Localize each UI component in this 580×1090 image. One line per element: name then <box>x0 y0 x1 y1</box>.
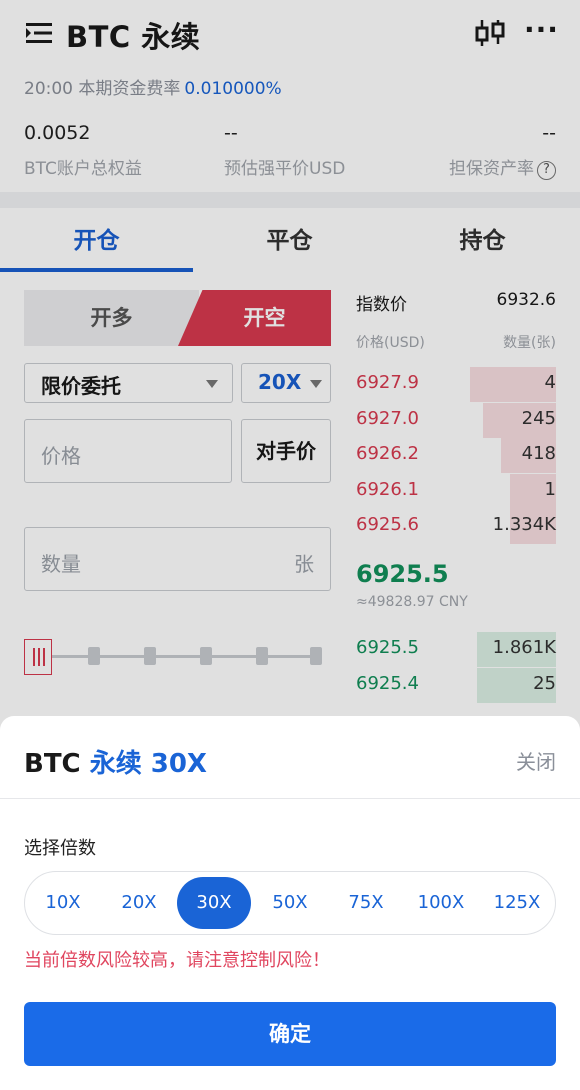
trade-page: BTC 永续 ··· 20:00 本期资金费率 0.010000% 0.0052 … <box>0 0 580 1090</box>
leverage-option-20x[interactable]: 20X <box>102 877 176 929</box>
close-button[interactable]: 关闭 <box>516 746 556 775</box>
leverage-sheet: BTC 永续 30X 关闭 选择倍数 10X 20X 30X 50X 75X 100X 12… <box>0 716 580 1090</box>
leverage-option-10x[interactable]: 10X <box>26 877 100 929</box>
confirm-button[interactable]: 确定 <box>24 1002 556 1066</box>
sheet-title: BTC 永续 30X <box>24 743 207 780</box>
leverage-option-50x[interactable]: 50X <box>253 877 327 929</box>
sheet-title-prefix: BTC <box>24 749 81 779</box>
leverage-option-125x[interactable]: 125X <box>480 877 554 929</box>
leverage-option-30x[interactable]: 30X <box>177 877 251 929</box>
leverage-options: 10X 20X 30X 50X 75X 100X 125X <box>24 871 556 935</box>
divider <box>0 798 580 799</box>
leverage-option-75x[interactable]: 75X <box>329 877 403 929</box>
sheet-title-accent: 永续 30X <box>89 749 207 779</box>
leverage-option-100x[interactable]: 100X <box>404 877 478 929</box>
risk-warning: 当前倍数风险较高，请注意控制风险！ <box>24 950 330 971</box>
choose-leverage-label: 选择倍数 <box>24 838 96 859</box>
